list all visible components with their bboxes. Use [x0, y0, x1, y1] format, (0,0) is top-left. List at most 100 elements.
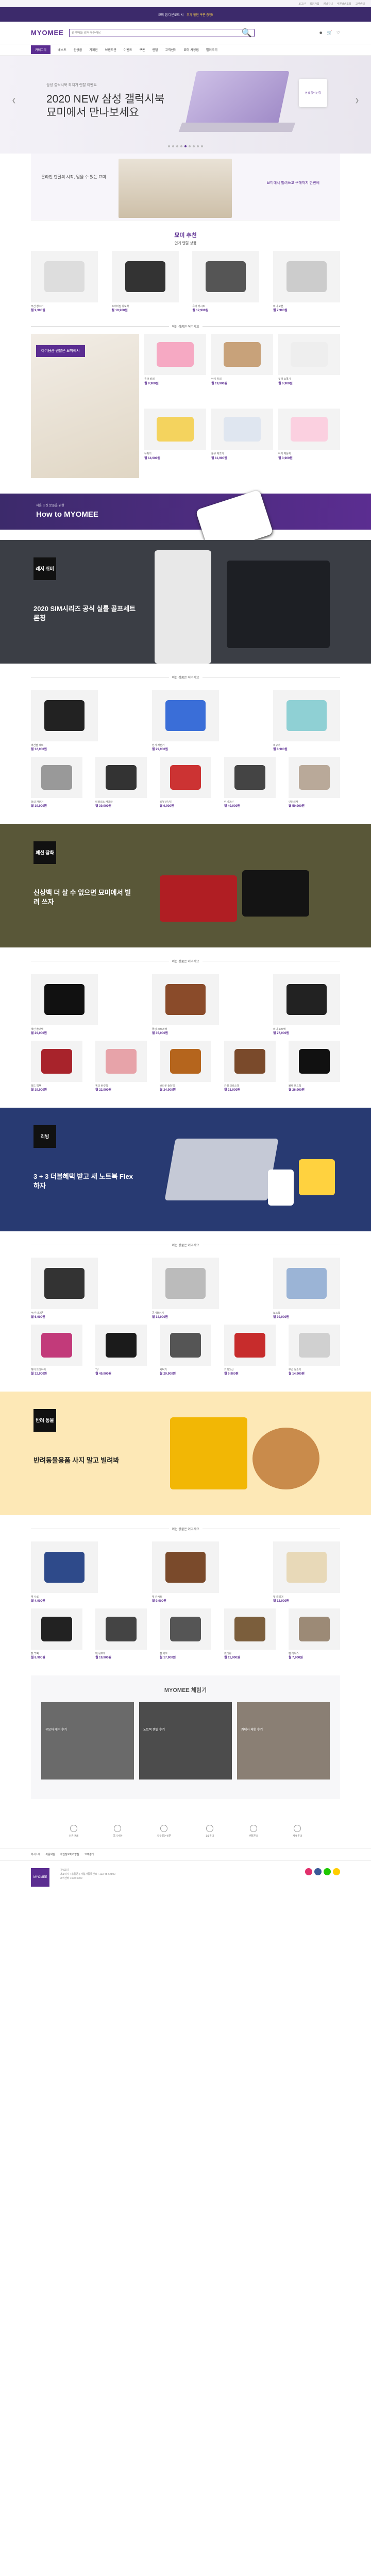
product-card[interactable]: 런닝머신 월 49,900원: [224, 757, 276, 808]
search-bar[interactable]: 🔍: [69, 28, 255, 38]
product-card[interactable]: 커피머신 월 9,900원: [224, 1325, 276, 1376]
product-card[interactable]: 퀼팅 크로스백 월 35,900원: [152, 974, 219, 1036]
pagination-dot-active[interactable]: [184, 145, 187, 147]
golf-banner[interactable]: 레저 취미 2020 SIM시리즈 공식 실롤 골프세트 론칭: [0, 540, 371, 664]
product-card[interactable]: 레드 백팩 월 19,900원: [31, 1041, 82, 1092]
quick-link[interactable]: 공지사항: [113, 1825, 122, 1838]
quick-link[interactable]: 1:1문의: [206, 1825, 214, 1838]
product-card[interactable]: 노트북 월 39,900원: [273, 1258, 340, 1319]
pagination-dot[interactable]: [180, 145, 182, 147]
order-link[interactable]: 주문배송조회: [337, 2, 351, 6]
facebook-icon[interactable]: [314, 1868, 322, 1875]
product-card[interactable]: 미니 오븐 월 7,900원: [273, 251, 340, 313]
nav-item[interactable]: 묘미 사용법: [184, 47, 199, 52]
quick-link[interactable]: 렌탈문의: [249, 1825, 258, 1838]
nav-item[interactable]: 렌탈: [152, 47, 158, 52]
product-card[interactable]: 유아 비데 월 9,900원: [144, 334, 206, 403]
user-icon[interactable]: ☻: [318, 30, 323, 35]
product-card[interactable]: 브라운 숄더백 월 24,900원: [160, 1041, 211, 1092]
nav-item[interactable]: 빌려주기: [206, 47, 217, 52]
blog-icon[interactable]: [324, 1868, 331, 1875]
quick-link[interactable]: 자주묻는질문: [157, 1825, 171, 1838]
baby-feature-image[interactable]: 아기용품 렌탈은 묘미에서: [31, 334, 139, 478]
product-card[interactable]: 펫 카트 월 17,900원: [160, 1608, 211, 1660]
footer-link[interactable]: 개인정보처리방침: [60, 1853, 79, 1856]
product-card[interactable]: 분유 제조기 월 11,900원: [211, 409, 273, 478]
search-input[interactable]: [71, 31, 237, 35]
instagram-icon[interactable]: [305, 1868, 312, 1875]
pagination-dot[interactable]: [189, 145, 191, 147]
hero-banner[interactable]: 삼성 갤럭시북 최저가 렌탈 이벤트 2020 NEW 삼성 갤럭시북 묘미에서…: [0, 56, 371, 154]
product-card[interactable]: TV 월 49,900원: [95, 1325, 147, 1376]
logo[interactable]: MYOMEE: [31, 29, 64, 37]
pagination-dot[interactable]: [168, 145, 170, 147]
product-card[interactable]: 세탁기 월 29,900원: [160, 1325, 211, 1376]
product-card[interactable]: 펫 백팩 월 8,900원: [31, 1608, 82, 1660]
product-card[interactable]: 무선 이어폰 월 6,900원: [31, 1258, 98, 1319]
pet-banner[interactable]: 반려 동물 반려동물용품 사지 말고 빌려봐: [0, 1392, 371, 1515]
review-card[interactable]: 카메라 체험 후기: [237, 1702, 330, 1780]
product-card[interactable]: 펫 유모차 월 19,900원: [95, 1608, 147, 1660]
nav-item[interactable]: 베스트: [58, 47, 66, 52]
product-card[interactable]: 캣타워 월 11,900원: [224, 1608, 276, 1660]
nav-item[interactable]: 신상품: [74, 47, 82, 52]
product-card[interactable]: 공기청정기 월 14,900원: [152, 1258, 219, 1319]
footer-link[interactable]: 회사소개: [31, 1853, 40, 1856]
product-card[interactable]: 액션캠 세트 월 12,900원: [31, 690, 98, 752]
footer-link[interactable]: 고객센터: [85, 1853, 94, 1856]
pagination-dot[interactable]: [176, 145, 178, 147]
product-card[interactable]: 헤어 드라이어 월 12,900원: [31, 1325, 82, 1376]
nav-item[interactable]: 브랜드관: [105, 47, 116, 52]
nav-item[interactable]: 기획전: [89, 47, 98, 52]
signup-link[interactable]: 회원가입: [310, 2, 319, 6]
pagination-dot[interactable]: [172, 145, 174, 147]
product-card[interactable]: 젖병 소독기 월 6,900원: [278, 334, 340, 403]
search-icon[interactable]: 🔍: [242, 28, 252, 38]
product-card[interactable]: 펫 하우스 월 7,900원: [289, 1608, 340, 1660]
hero-next-arrow-icon[interactable]: ❯: [353, 97, 361, 104]
pagination-dot[interactable]: [201, 145, 203, 147]
review-card[interactable]: 노트북 렌탈 후기: [139, 1702, 232, 1780]
product-card[interactable]: 체인 숄더백 월 29,900원: [31, 974, 98, 1036]
how-to-banner[interactable]: 처음 오신 분들을 위한 How to MYOMEE: [0, 489, 371, 554]
product-card[interactable]: 피규어 월 8,900원: [273, 690, 340, 752]
living-banner[interactable]: 리빙 3 + 3 더블혜택 받고 새 노트북 Flex 하자: [0, 1108, 371, 1231]
heart-icon[interactable]: ♡: [336, 30, 340, 35]
product-card[interactable]: 로봇 장난감 월 9,900원: [160, 757, 211, 808]
pagination-dot[interactable]: [197, 145, 199, 147]
product-card[interactable]: 안마의자 월 59,900원: [289, 757, 340, 808]
product-card[interactable]: 무선 청소기 월 14,900원: [289, 1325, 340, 1376]
product-card[interactable]: 펫 사료 월 4,900원: [31, 1541, 98, 1603]
sub-banner[interactable]: 온라인 렌탈의 시작, 믿을 수 있는 묘미 묘미에서 빌려쓰고 구매까지 한번…: [31, 154, 340, 221]
category-button[interactable]: 카테고리: [31, 45, 51, 54]
kakao-icon[interactable]: [333, 1868, 340, 1875]
pagination-dot[interactable]: [193, 145, 195, 147]
footer-link[interactable]: 이용약관: [45, 1853, 55, 1856]
product-card[interactable]: 유아 카시트 월 12,900원: [192, 251, 260, 313]
product-card[interactable]: 아기 체온계 월 3,900원: [278, 409, 340, 478]
login-link[interactable]: 로그인: [298, 2, 306, 6]
product-card[interactable]: 미러리스 카메라 월 39,900원: [95, 757, 147, 808]
product-card[interactable]: 아기 침대 월 19,900원: [211, 334, 273, 403]
product-card[interactable]: 핑크 버킷백 월 22,900원: [95, 1041, 147, 1092]
nav-item[interactable]: 이벤트: [124, 47, 132, 52]
product-card[interactable]: 블랙 핸드백 월 26,900원: [289, 1041, 340, 1092]
quick-link[interactable]: 이용안내: [69, 1825, 78, 1838]
product-card[interactable]: 실내 자전거 월 19,900원: [31, 757, 82, 808]
product-card[interactable]: 미니 토트백 월 27,900원: [273, 974, 340, 1036]
nav-item[interactable]: 고객센터: [165, 47, 177, 52]
app-promo-bar[interactable]: 묘미 앱 다운로드 시 추가 할인 쿠폰 증정!: [0, 7, 371, 22]
cart-icon[interactable]: 🛒: [327, 30, 332, 35]
fashion-banner[interactable]: 패션 잡화 신상백 더 살 수 없으면 묘미에서 빌려 쓰자: [0, 824, 371, 947]
product-card[interactable]: 펫 캐리어 월 12,900원: [273, 1541, 340, 1603]
product-card[interactable]: 프리미엄 유모차 월 19,900원: [111, 251, 179, 313]
product-card[interactable]: 유축기 월 14,900원: [144, 409, 206, 478]
nav-item[interactable]: 쿠폰: [139, 47, 145, 52]
cs-link[interactable]: 고객센터: [356, 2, 365, 6]
review-card[interactable]: 유모차 대여 후기: [41, 1702, 134, 1780]
product-card[interactable]: 펫 카시트 월 9,900원: [152, 1541, 219, 1603]
product-card[interactable]: 무선 청소기 월 9,900원: [31, 251, 98, 313]
product-card[interactable]: 카멜 크로스백 월 21,900원: [224, 1041, 276, 1092]
cart-link[interactable]: 장바구니: [324, 2, 333, 6]
product-card[interactable]: 전기 자전거 월 29,900원: [152, 690, 219, 752]
